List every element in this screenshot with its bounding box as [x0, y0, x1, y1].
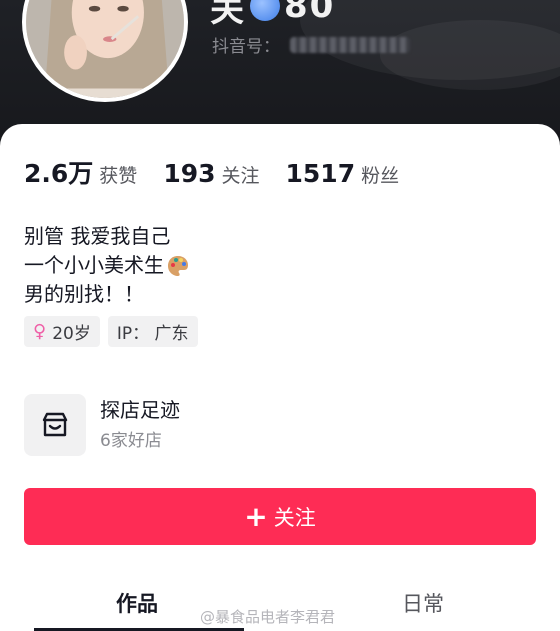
- stat-likes-value: 2.6万: [24, 159, 94, 188]
- ip-tag: IP： 广东: [107, 316, 198, 347]
- watermark-text: @暴食品电者李君君: [200, 608, 336, 626]
- store-subtitle: 6家好店: [100, 431, 162, 451]
- follow-button-label: 关注: [273, 505, 316, 530]
- follow-button[interactable]: + 关注: [24, 488, 536, 545]
- ip-tag-label: IP： 广东: [116, 324, 189, 344]
- emoji-icon: [250, 0, 280, 21]
- age-tag-label: 20岁: [52, 324, 91, 344]
- age-tag: ♀ 20岁: [24, 316, 100, 347]
- profile-bio: 别管 我爱我自己 一个小小美术生 男的别找！！: [24, 222, 190, 309]
- stat-followers-value: 1517: [285, 159, 356, 188]
- stat-following-label: 关注: [221, 165, 260, 187]
- douyin-id-label: 抖音号：: [212, 37, 280, 57]
- tab-works[interactable]: 作品: [116, 588, 158, 618]
- tab-daily[interactable]: 日常: [402, 588, 444, 618]
- store-title: 探店足迹: [100, 398, 180, 422]
- profile-name-text: 关: [210, 0, 246, 30]
- bio-line: 男的别找！！: [24, 282, 144, 306]
- bio-line: 别管 我爱我自己: [24, 224, 171, 248]
- stat-following[interactable]: 193 关注: [163, 159, 259, 188]
- stat-followers-label: 粉丝: [361, 165, 400, 187]
- profile-card: [0, 124, 560, 631]
- stat-following-value: 193: [163, 159, 216, 188]
- bio-line-row: 一个小小美术生: [24, 251, 190, 280]
- storefront-icon-glyph: [42, 412, 68, 437]
- plus-icon: +: [244, 499, 268, 533]
- female-icon: ♀: [33, 321, 47, 342]
- bio-line: 一个小小美术生: [24, 253, 164, 277]
- profile-stats: 2.6万 获赞 193 关注 1517 粉丝: [24, 154, 425, 190]
- profile-name: 关 80: [210, 0, 336, 30]
- stat-followers[interactable]: 1517 粉丝: [286, 159, 400, 188]
- watermark: @暴食品电者李君君: [200, 606, 335, 627]
- artist-palette-icon: [168, 255, 188, 276]
- douyin-id-value-redacted: [290, 36, 410, 53]
- stat-likes[interactable]: 2.6万 获赞: [24, 154, 137, 190]
- profile-name-suffix: 80: [284, 0, 336, 26]
- store-text: 探店足迹 6家好店: [100, 396, 180, 454]
- storefront-icon: [24, 394, 86, 456]
- douyin-id[interactable]: 抖音号：: [212, 32, 410, 57]
- profile-tags: ♀ 20岁 IP： 广东: [24, 316, 198, 347]
- stat-likes-label: 获赞: [99, 165, 138, 187]
- store-visits-entry[interactable]: 探店足迹 6家好店: [24, 394, 180, 456]
